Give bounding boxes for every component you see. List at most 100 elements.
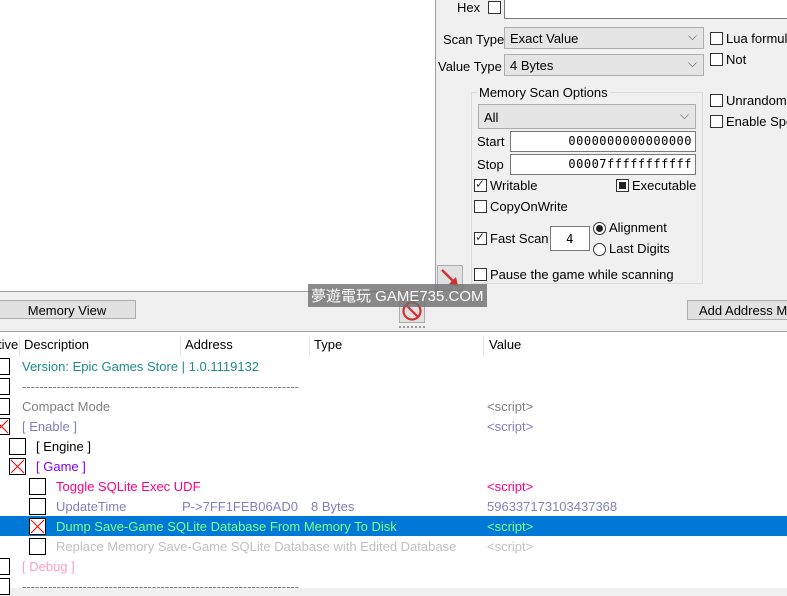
splitter-handle[interactable] (399, 326, 425, 329)
x-mark-icon (0, 419, 9, 434)
fast-scan-value-input[interactable]: 4 (550, 226, 590, 251)
speedhack-label: Enable Spe (726, 114, 787, 129)
column-header-type[interactable]: Type (314, 336, 484, 356)
row-value: <script> (487, 479, 534, 494)
table-row[interactable]: Dump Save-Game SQLite Database From Memo… (0, 516, 787, 536)
hex-checkbox[interactable] (488, 1, 501, 14)
start-label: Start (477, 134, 505, 149)
table-row[interactable]: [ Debug ] (0, 556, 787, 576)
watermark: 夢遊電玩 GAME735.COM (308, 284, 487, 307)
row-value: <script> (487, 539, 534, 554)
memory-view-label: Memory View (27, 303, 107, 318)
row-description: Dump Save-Game SQLite Database From Memo… (56, 519, 397, 534)
value-type-value: 4 Bytes (510, 58, 554, 73)
unrandomizer-checkbox[interactable] (710, 94, 723, 107)
memory-region-value: All (484, 110, 499, 125)
lua-formula-checkbox[interactable] (710, 32, 723, 45)
last-digits-radio[interactable] (593, 243, 606, 256)
stop-label: Stop (477, 157, 504, 172)
row-description: Replace Memory Save-Game SQLite Database… (56, 539, 457, 554)
row-description: [ Engine ] (36, 439, 91, 454)
found-addresses-list[interactable] (0, 0, 436, 292)
active-checkbox[interactable] (0, 398, 10, 415)
table-row[interactable]: [ Game ] (0, 456, 787, 476)
row-value: 596337173103437368 (487, 499, 618, 514)
row-description: [ Debug ] (22, 559, 75, 574)
row-description: UpdateTime (56, 499, 127, 514)
table-row[interactable]: [ Engine ] (0, 436, 787, 456)
copyonwrite-label: CopyOnWrite (490, 199, 568, 214)
stop-address-input[interactable]: 00007fffffffffff (510, 154, 696, 175)
speedhack-checkbox[interactable] (710, 115, 723, 128)
writable-label: Writable (490, 178, 538, 193)
chevron-down-icon: ⌵ (687, 56, 697, 70)
table-row[interactable]: Replace Memory Save-Game SQLite Database… (0, 536, 787, 556)
active-checkbox[interactable] (29, 538, 46, 555)
memory-scan-options-title: Memory Scan Options (477, 85, 610, 100)
row-description: [ Game ] (36, 459, 86, 474)
table-row[interactable]: Compact Mode <script> (0, 396, 787, 416)
active-checkbox-checked[interactable] (29, 518, 46, 535)
add-address-label: Add Address M (699, 303, 787, 318)
row-value: <script> (487, 519, 534, 534)
fast-scan-label: Fast Scan (490, 231, 549, 246)
active-checkbox-checked[interactable] (9, 458, 26, 475)
add-address-manually-button[interactable]: Add Address M (687, 300, 787, 320)
active-checkbox[interactable] (0, 378, 10, 395)
writable-checkbox[interactable] (474, 177, 487, 192)
row-address: P->7FF1FEB06AD0 (182, 499, 298, 514)
memory-region-select[interactable]: All ⌵ (478, 104, 696, 129)
column-header-value[interactable]: Value (489, 336, 787, 356)
column-header-active[interactable]: tive (0, 336, 20, 356)
cheat-table: tive Description Address Type Value Vers… (0, 331, 787, 595)
alignment-radio[interactable] (593, 222, 606, 235)
active-checkbox[interactable] (0, 558, 10, 575)
unrandomizer-label: Unrandom (726, 93, 787, 108)
x-mark-icon (10, 459, 25, 474)
pause-game-checkbox[interactable] (474, 268, 487, 281)
start-address-input[interactable]: 0000000000000000 (510, 131, 696, 152)
active-checkbox-checked[interactable] (0, 418, 10, 435)
active-checkbox[interactable] (29, 498, 46, 515)
memory-view-button[interactable]: Memory View (0, 300, 136, 319)
table-row[interactable]: Toggle SQLite Exec UDF <script> (0, 476, 787, 496)
pause-game-label: Pause the game while scanning (490, 267, 674, 282)
not-checkbox[interactable] (710, 53, 723, 66)
executable-label: Executable (632, 178, 697, 193)
fast-scan-checkbox[interactable] (474, 230, 487, 245)
table-row[interactable]: ----------------------------------------… (0, 376, 787, 396)
copyonwrite-checkbox[interactable] (474, 200, 487, 213)
lua-formula-label: Lua formul (726, 31, 787, 46)
value-input[interactable] (504, 0, 787, 19)
value-type-label: Value Type (438, 59, 502, 74)
row-description: Toggle SQLite Exec UDF (56, 479, 201, 494)
row-description: ----------------------------------------… (22, 379, 300, 394)
active-checkbox[interactable] (9, 438, 26, 455)
row-description: Compact Mode (22, 399, 111, 414)
chevron-down-icon: ⌵ (679, 108, 689, 122)
active-checkbox[interactable] (0, 578, 10, 595)
active-checkbox[interactable] (0, 358, 10, 375)
row-value: <script> (487, 399, 534, 414)
table-row[interactable]: UpdateTime P->7FF1FEB06AD0 8 Bytes 59633717… (0, 496, 787, 516)
column-header-address[interactable]: Address (185, 336, 310, 356)
alignment-label: Alignment (609, 220, 667, 235)
row-description: ----------------------------------------… (22, 579, 300, 594)
column-header-description[interactable]: Description (24, 336, 181, 356)
value-type-select[interactable]: 4 Bytes ⌵ (504, 54, 704, 76)
table-row[interactable]: ----------------------------------------… (0, 576, 787, 596)
active-checkbox[interactable] (29, 478, 46, 495)
row-value: <script> (487, 419, 534, 434)
scan-type-label: Scan Type (443, 32, 505, 47)
x-mark-icon (30, 519, 45, 534)
row-description: Version: Epic Games Store | 1.0.1119132 (22, 359, 260, 374)
scan-type-select[interactable]: Exact Value ⌵ (504, 27, 704, 49)
row-type: 8 Bytes (311, 499, 355, 514)
scan-type-value: Exact Value (510, 31, 579, 46)
not-label: Not (726, 52, 747, 67)
table-row[interactable]: Version: Epic Games Store | 1.0.1119132 (0, 356, 787, 376)
executable-checkbox[interactable] (616, 179, 629, 192)
hex-label: Hex (457, 0, 481, 15)
table-row[interactable]: [ Enable ] <script> (0, 416, 787, 436)
last-digits-label: Last Digits (609, 241, 670, 256)
